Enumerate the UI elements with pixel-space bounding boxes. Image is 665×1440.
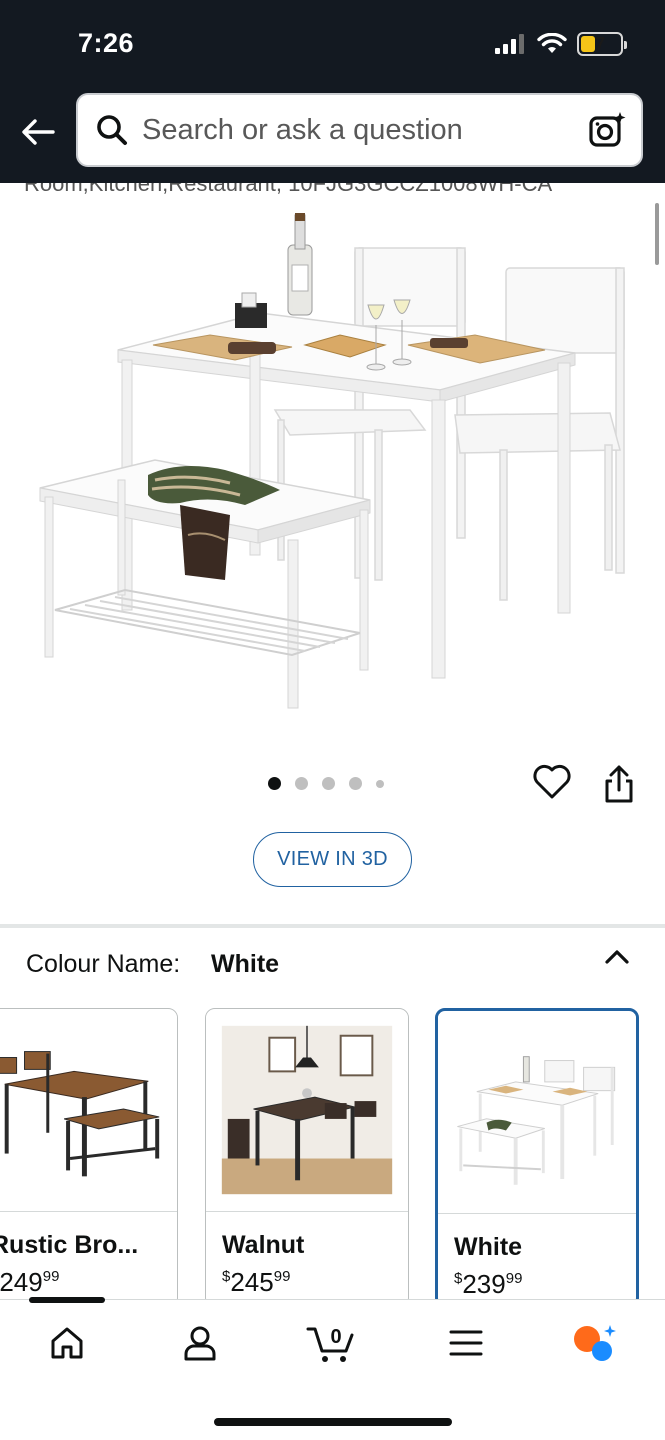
colour-swatch-rustic-brown[interactable]: Rustic Bro... $24999	[0, 1008, 178, 1308]
bottom-nav: 0	[0, 1297, 665, 1440]
page-scrollbar[interactable]	[655, 203, 659, 265]
colour-swatch-white[interactable]: White $23999	[435, 1008, 639, 1308]
back-arrow-icon	[22, 119, 55, 145]
carousel-dot-3[interactable]	[322, 777, 335, 790]
view-in-3d-button[interactable]: VIEW IN 3D	[253, 832, 412, 887]
product-page: 7:26 7 Search or ask a question VIEW IN …	[0, 0, 665, 1440]
top-header: 7:26 7 Search or ask a question	[0, 0, 665, 183]
swatch-image	[206, 1009, 408, 1211]
wine-bottle	[287, 213, 313, 316]
image-carousel-dots[interactable]	[268, 777, 384, 790]
section-divider	[0, 924, 665, 928]
swatch-price: $24599	[222, 1267, 291, 1297]
swatch-image	[0, 1009, 177, 1211]
battery-icon: 7	[577, 32, 627, 56]
chevron-up-icon[interactable]	[603, 946, 631, 970]
camera-lens-icon[interactable]	[587, 110, 627, 150]
search-bar[interactable]: Search or ask a question	[76, 93, 643, 167]
nav-rufus-icon[interactable]	[572, 1320, 618, 1366]
product-title-fragment: Room,Kitchen,Restaurant, 10FJG3GCCZ1008W…	[0, 183, 665, 195]
wishlist-heart-icon[interactable]	[532, 764, 572, 802]
wifi-icon	[537, 33, 567, 53]
carousel-dot-1[interactable]	[268, 777, 281, 790]
cart-count: 0	[330, 1326, 341, 1348]
carousel-dot-2[interactable]	[295, 777, 308, 790]
search-input[interactable]: Search or ask a question	[142, 114, 587, 147]
share-icon[interactable]	[602, 764, 638, 804]
nav-home-icon[interactable]	[44, 1320, 90, 1366]
active-tab-indicator	[29, 1297, 105, 1303]
carousel-dot-4[interactable]	[349, 777, 362, 790]
swatch-price: $23999	[454, 1269, 523, 1299]
back-button[interactable]	[18, 112, 58, 152]
nav-cart-icon[interactable]: 0	[306, 1320, 358, 1366]
search-icon	[94, 112, 130, 148]
status-time: 7:26	[78, 28, 135, 58]
colour-selected-value: White	[211, 950, 280, 978]
swatch-image	[438, 1013, 636, 1211]
swatch-name: White	[454, 1233, 523, 1261]
swatch-name: Rustic Bro...	[0, 1231, 139, 1259]
swatch-name: Walnut	[222, 1231, 305, 1259]
nav-menu-icon[interactable]	[443, 1320, 489, 1366]
carousel-dot-5[interactable]	[376, 779, 384, 788]
nav-account-icon[interactable]	[177, 1320, 223, 1366]
colour-swatch-walnut[interactable]: Walnut $24599	[205, 1008, 409, 1308]
swatch-price: $24999	[0, 1267, 60, 1297]
product-image[interactable]	[30, 205, 640, 725]
battery-level: 7	[594, 33, 605, 54]
status-icons: 7	[495, 32, 627, 56]
colour-label: Colour Name:	[26, 950, 181, 978]
chair-back-right	[454, 267, 625, 601]
signal-icon	[495, 34, 524, 54]
home-indicator[interactable]	[214, 1418, 452, 1426]
